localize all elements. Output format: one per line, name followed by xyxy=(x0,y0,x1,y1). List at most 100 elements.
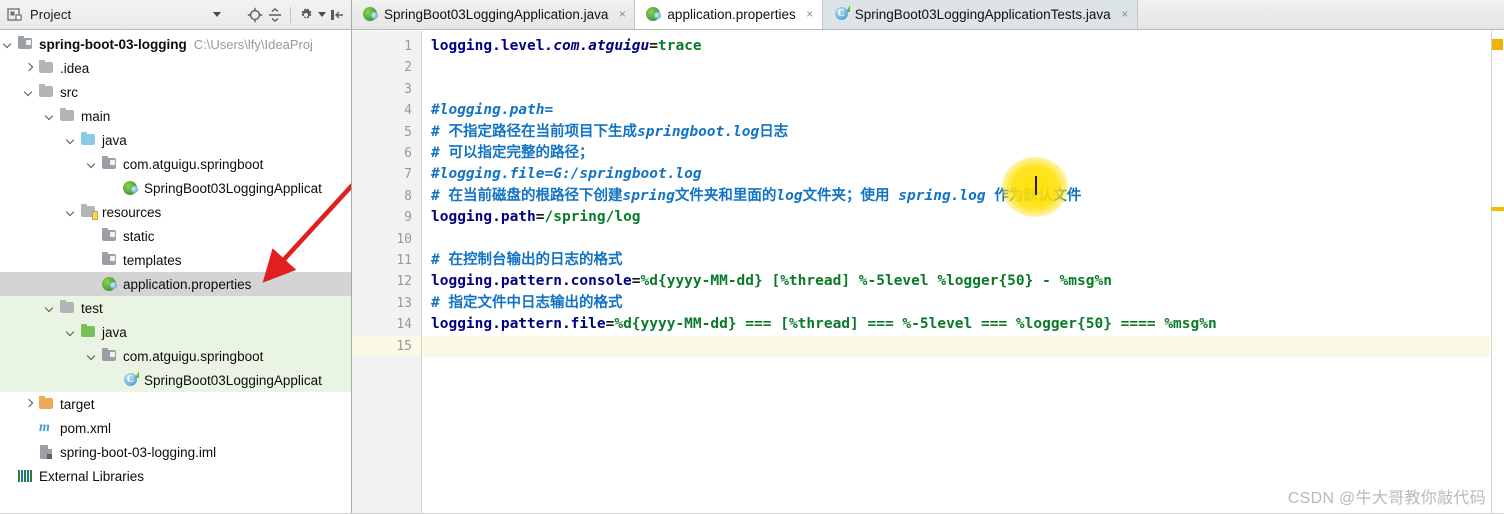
tree-row-templates[interactable]: templates xyxy=(0,248,351,272)
tree-row-com-atguigu-springboot[interactable]: com.atguigu.springboot xyxy=(0,152,351,176)
collapse-all-icon[interactable] xyxy=(265,4,285,26)
tab-label: SpringBoot03LoggingApplication.java xyxy=(384,6,609,22)
line-number: 3 xyxy=(404,81,412,97)
code-line[interactable] xyxy=(431,336,1490,357)
folder-grey-icon xyxy=(38,60,55,76)
expand-arrow-icon[interactable] xyxy=(23,62,36,75)
project-toolbar: Project xyxy=(0,0,351,30)
tree-row-main[interactable]: main xyxy=(0,104,351,128)
expand-arrow-icon[interactable] xyxy=(2,38,15,51)
code-token: 文件夹；使用 xyxy=(802,187,899,204)
expand-arrow-icon[interactable] xyxy=(65,206,78,219)
gear-dropdown-caret-icon[interactable] xyxy=(316,4,327,26)
editor-gutter[interactable]: 1 2 3 4 5 6 7 8 9 10 11 12 13 14 15 xyxy=(352,31,422,514)
hide-panel-icon[interactable] xyxy=(327,4,347,26)
code-line[interactable]: logging.pattern.file=%d{yyyy-MM-dd} === … xyxy=(431,314,1490,335)
code-line[interactable]: logging.level.com.atguigu=trace xyxy=(431,36,1490,57)
tree-row-application-properties[interactable]: application.properties xyxy=(0,272,351,296)
code-line[interactable]: # 在当前磁盘的根路径下创建spring文件夹和里面的log文件夹；使用 spr… xyxy=(431,186,1490,207)
code-line[interactable]: # 指定文件中日志输出的格式 xyxy=(431,293,1490,314)
project-tree[interactable]: spring-boot-03-logging C:\Users\lfy\Idea… xyxy=(0,30,351,488)
code-token: = xyxy=(535,209,545,226)
tree-item-label: java xyxy=(102,324,127,340)
expand-arrow-icon[interactable] xyxy=(44,110,57,123)
code-line[interactable]: logging.pattern.console=%d{yyyy-MM-dd} [… xyxy=(431,271,1490,292)
tree-row-external-libraries[interactable]: External Libraries xyxy=(0,464,351,488)
code-token: spring.log xyxy=(898,187,986,204)
code-token: .com.atguigu xyxy=(544,38,650,54)
project-panel-title: Project xyxy=(30,7,72,22)
code-token: = xyxy=(649,38,658,54)
code-line[interactable] xyxy=(431,57,1490,78)
code-token: logging.pattern.file xyxy=(431,316,606,333)
tree-row-springboot03loggingapplicat[interactable]: C SpringBoot03LoggingApplicat xyxy=(0,368,351,392)
expand-arrow-icon[interactable] xyxy=(86,350,99,363)
project-view-icon xyxy=(4,4,24,26)
code-line[interactable]: # 在控制台输出的日志的格式 xyxy=(431,250,1490,271)
code-token: logging.pattern.console xyxy=(431,273,632,290)
warning-marker-icon[interactable] xyxy=(1492,39,1503,50)
expand-arrow-icon[interactable] xyxy=(23,398,36,411)
tab-close-icon[interactable]: × xyxy=(804,8,816,20)
folder-resources-icon xyxy=(80,204,98,220)
code-line[interactable]: # 不指定路径在当前项目下生成springboot.log日志 xyxy=(431,122,1490,143)
settings-gear-icon[interactable] xyxy=(296,4,316,26)
tree-item-label: resources xyxy=(102,204,162,220)
expand-arrow-icon[interactable] xyxy=(65,134,78,147)
code-line[interactable]: logging.path=/spring/log xyxy=(431,207,1490,228)
tree-row--idea[interactable]: .idea xyxy=(0,56,351,80)
tab-close-icon[interactable]: × xyxy=(1119,8,1131,20)
tree-item-label: test xyxy=(81,300,103,316)
spring-file-icon xyxy=(645,6,662,22)
toolbar-divider xyxy=(290,6,291,23)
code-editor[interactable]: logging.level.com.atguigu=trace #logging.… xyxy=(423,31,1490,514)
tree-item-label: src xyxy=(60,84,78,100)
tree-item-label: com.atguigu.springboot xyxy=(123,348,264,364)
line-number: 7 xyxy=(404,167,412,183)
code-token: log xyxy=(776,187,803,204)
editor-tab-springboot03loggingapplication-java[interactable]: SpringBoot03LoggingApplication.java × xyxy=(352,0,636,29)
tree-row-project-root[interactable]: spring-boot-03-logging C:\Users\lfy\Idea… xyxy=(0,32,351,56)
expand-arrow-icon[interactable] xyxy=(65,326,78,339)
tree-row-static[interactable]: static xyxy=(0,224,351,248)
folder-package-icon xyxy=(101,228,118,244)
tree-row-resources[interactable]: resources xyxy=(0,200,351,224)
code-token: spring xyxy=(622,187,675,204)
tree-row-springboot03loggingapplicat[interactable]: SpringBoot03LoggingApplicat xyxy=(0,176,351,200)
tree-row-test[interactable]: test xyxy=(0,296,351,320)
watermark-text: CSDN @牛大哥教你敲代码 xyxy=(1287,490,1486,507)
expand-arrow-icon[interactable] xyxy=(86,158,99,171)
code-line[interactable] xyxy=(431,79,1490,100)
tree-row-spring-boot-03-logging-iml[interactable]: spring-boot-03-logging.iml xyxy=(0,440,351,464)
tree-row-target[interactable]: target xyxy=(0,392,351,416)
editor-tab-bar[interactable]: SpringBoot03LoggingApplication.java × appl… xyxy=(352,0,1504,30)
expand-arrow-icon[interactable] xyxy=(23,86,36,99)
tree-item-label: External Libraries xyxy=(39,468,145,484)
spring-file-icon xyxy=(101,276,118,292)
editor-tab-springboot03loggingapplicationtests-java[interactable]: C SpringBoot03LoggingApplicationTests.jav… xyxy=(822,0,1138,29)
code-token: /spring/log xyxy=(544,209,641,226)
chevron-down-icon[interactable] xyxy=(207,4,227,26)
text-caret xyxy=(1035,176,1037,195)
tree-row-java[interactable]: java xyxy=(0,128,351,152)
tree-row-com-atguigu-springboot[interactable]: com.atguigu.springboot xyxy=(0,344,351,368)
tree-row-java[interactable]: java xyxy=(0,320,351,344)
tree-row-pom-xml[interactable]: m pom.xml xyxy=(0,416,351,440)
folder-orange-icon xyxy=(38,396,55,412)
folder-package-icon xyxy=(101,348,118,364)
editor-tab-application-properties[interactable]: application.properties × xyxy=(635,0,823,29)
code-line[interactable] xyxy=(431,229,1490,250)
iml-file-icon xyxy=(38,444,55,460)
expand-arrow-icon[interactable] xyxy=(44,302,57,315)
marker-stripe-gutter[interactable] xyxy=(1491,31,1504,514)
code-line[interactable]: #logging.path= xyxy=(431,100,1490,121)
tree-row-src[interactable]: src xyxy=(0,80,351,104)
line-number: 9 xyxy=(404,210,412,226)
code-line[interactable]: #logging.file=G:/springboot.log xyxy=(431,164,1490,185)
tab-close-icon[interactable]: × xyxy=(616,8,628,20)
locate-icon[interactable] xyxy=(245,4,265,26)
code-line[interactable]: # 可以指定完整的路径； xyxy=(431,143,1490,164)
folder-grey-icon xyxy=(59,108,76,124)
change-marker-stripe[interactable] xyxy=(1491,207,1504,211)
